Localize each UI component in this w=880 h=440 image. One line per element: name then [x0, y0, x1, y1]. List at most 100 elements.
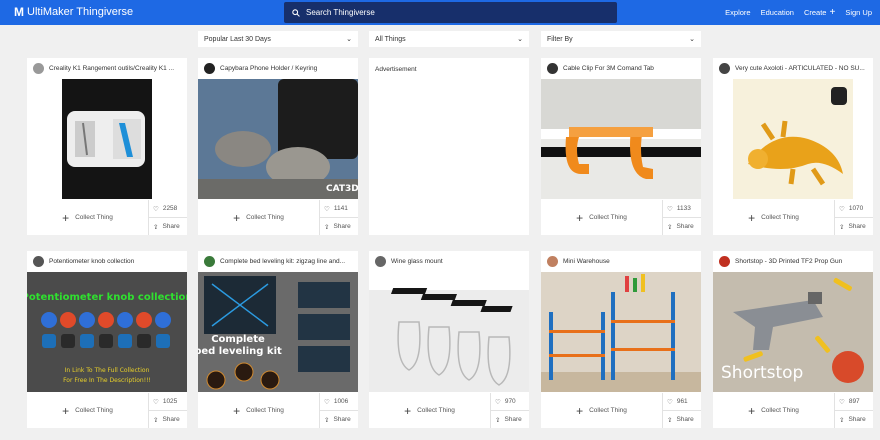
- like-button[interactable]: ♡ 897: [835, 393, 873, 411]
- share-button[interactable]: ⇪ Share: [835, 411, 873, 428]
- avatar[interactable]: [33, 255, 44, 267]
- share-button[interactable]: ⇪ Share: [320, 411, 358, 428]
- collect-thing-button[interactable]: + Collect Thing: [713, 200, 835, 235]
- nav-education[interactable]: Education: [761, 8, 794, 17]
- avatar[interactable]: [204, 62, 215, 74]
- share-label: Share: [504, 416, 522, 423]
- plus-icon: +: [62, 210, 70, 225]
- collect-thing-button[interactable]: + Collect Thing: [27, 393, 149, 428]
- share-icon: ⇪: [839, 416, 845, 424]
- card-title[interactable]: Shortstop - 3D Printed TF2 Prop Gun: [735, 258, 842, 265]
- share-button[interactable]: ⇪ Share: [149, 411, 187, 428]
- thing-card[interactable]: Cable Clip For 3M Comand Tab + Collect Th…: [541, 58, 701, 235]
- plus-icon: +: [233, 403, 241, 418]
- advertisement-slot: Advertisement: [369, 58, 529, 235]
- share-label: Share: [162, 223, 180, 230]
- collect-label: Collect Thing: [75, 407, 113, 414]
- like-count: 1006: [333, 398, 349, 405]
- collect-thing-button[interactable]: + Collect Thing: [713, 393, 835, 428]
- avatar[interactable]: [33, 62, 44, 74]
- thumbnail-image[interactable]: CAT3D: [198, 79, 358, 199]
- knob-caption-1: In Link To The Full Collection: [65, 367, 150, 374]
- thumbnail-image[interactable]: Shortstop: [713, 272, 873, 392]
- avatar[interactable]: [547, 255, 558, 267]
- like-count: 2258: [162, 205, 178, 212]
- card-title[interactable]: Very cute Axoloti - ARTICULATED - NO SU.…: [735, 65, 865, 72]
- collect-thing-button[interactable]: + Collect Thing: [198, 200, 320, 235]
- like-count: 1070: [848, 205, 864, 212]
- thumbnail-image[interactable]: [369, 272, 529, 392]
- thing-card[interactable]: Wine glass mount + Collect Thing ♡ 970 ⇪ Shar…: [369, 251, 529, 428]
- share-button[interactable]: ⇪ Share: [663, 411, 701, 428]
- card-title[interactable]: Mini Warehouse: [563, 258, 610, 265]
- share-button[interactable]: ⇪ Share: [149, 218, 187, 235]
- thumbnail-image[interactable]: Complete bed leveling kit: [198, 272, 358, 392]
- knob-caption-2: For Free In The Description!!!: [63, 377, 151, 384]
- category-dropdown[interactable]: All Things ⌄: [369, 31, 529, 47]
- search-input[interactable]: Search Thingiverse: [284, 2, 617, 23]
- thing-card[interactable]: Capybara Phone Holder / Keyring CAT3D + C…: [198, 58, 358, 235]
- card-title[interactable]: Cable Clip For 3M Comand Tab: [563, 65, 654, 72]
- thumbnail-image[interactable]: [541, 79, 701, 199]
- thing-card[interactable]: Creality K1 Rangement outils/Creality K1…: [27, 58, 187, 235]
- avatar[interactable]: [719, 62, 730, 74]
- share-icon: ⇪: [324, 223, 330, 231]
- share-button[interactable]: ⇪ Share: [663, 218, 701, 235]
- sort-dropdown[interactable]: Popular Last 30 Days ⌄: [198, 31, 358, 47]
- nav-create[interactable]: Create +: [804, 7, 835, 18]
- like-button[interactable]: ♡ 1025: [149, 393, 187, 411]
- heart-icon: ♡: [839, 398, 845, 406]
- card-title[interactable]: Potentiometer knob collection: [49, 258, 134, 265]
- bed-caption-2: bed leveling kit: [198, 346, 282, 357]
- like-count: 1025: [162, 398, 178, 405]
- like-button[interactable]: ♡ 1006: [320, 393, 358, 411]
- thumbnail-image[interactable]: Potentiometer knob collection In Link To …: [27, 272, 187, 392]
- thing-card[interactable]: Shortstop - 3D Printed TF2 Prop Gun Shor…: [713, 251, 873, 428]
- avatar[interactable]: [719, 255, 730, 267]
- brand-logo[interactable]: M UltiMaker Thingiverse: [14, 5, 133, 19]
- thumbnail-image[interactable]: [27, 79, 187, 199]
- avatar[interactable]: [204, 255, 215, 267]
- collect-thing-button[interactable]: + Collect Thing: [369, 393, 491, 428]
- collect-thing-button[interactable]: + Collect Thing: [198, 393, 320, 428]
- like-button[interactable]: ♡ 961: [663, 393, 701, 411]
- thing-card[interactable]: Complete bed leveling kit: zigzag line a…: [198, 251, 358, 428]
- plus-icon: +: [576, 210, 584, 225]
- nav-explore[interactable]: Explore: [725, 8, 750, 17]
- thing-card[interactable]: Very cute Axoloti - ARTICULATED - NO SU.…: [713, 58, 873, 235]
- share-label: Share: [848, 223, 866, 230]
- filter-dropdown[interactable]: Filter By ⌄: [541, 31, 701, 47]
- like-button[interactable]: ♡ 2258: [149, 200, 187, 218]
- thing-card[interactable]: Potentiometer knob collection Potentiome…: [27, 251, 187, 428]
- card-title[interactable]: Wine glass mount: [391, 258, 443, 265]
- collect-label: Collect Thing: [761, 214, 799, 221]
- collect-thing-button[interactable]: + Collect Thing: [541, 200, 663, 235]
- card-title[interactable]: Capybara Phone Holder / Keyring: [220, 65, 317, 72]
- avatar[interactable]: [547, 62, 558, 74]
- search-placeholder: Search Thingiverse: [306, 8, 375, 17]
- nav-sign-up[interactable]: Sign Up: [845, 8, 872, 17]
- share-button[interactable]: ⇪ Share: [835, 218, 873, 235]
- chevron-down-icon: ⌄: [689, 36, 695, 43]
- collect-thing-button[interactable]: + Collect Thing: [27, 200, 149, 235]
- share-icon: ⇪: [667, 223, 673, 231]
- heart-icon: ♡: [495, 398, 501, 406]
- capybara-tag: CAT3D: [326, 184, 358, 194]
- top-header: M UltiMaker Thingiverse Search Thingiver…: [0, 0, 880, 25]
- like-count: 1133: [676, 205, 691, 212]
- heart-icon: ♡: [153, 398, 159, 406]
- thing-card[interactable]: Mini Warehouse + Collect Thing ♡ 961 ⇪ Share: [541, 251, 701, 428]
- avatar[interactable]: [375, 255, 386, 267]
- plus-icon: +: [829, 7, 836, 18]
- thumbnail-image[interactable]: [541, 272, 701, 392]
- like-button[interactable]: ♡ 1133: [663, 200, 701, 218]
- share-button[interactable]: ⇪ Share: [320, 218, 358, 235]
- card-title[interactable]: Creality K1 Rangement outils/Creality K1…: [49, 65, 174, 72]
- like-button[interactable]: ♡ 1070: [835, 200, 873, 218]
- like-button[interactable]: ♡ 1141: [320, 200, 358, 218]
- thumbnail-image[interactable]: [713, 79, 873, 199]
- share-button[interactable]: ⇪ Share: [491, 411, 529, 428]
- collect-thing-button[interactable]: + Collect Thing: [541, 393, 663, 428]
- card-title[interactable]: Complete bed leveling kit: zigzag line a…: [220, 258, 345, 265]
- like-button[interactable]: ♡ 970: [491, 393, 529, 411]
